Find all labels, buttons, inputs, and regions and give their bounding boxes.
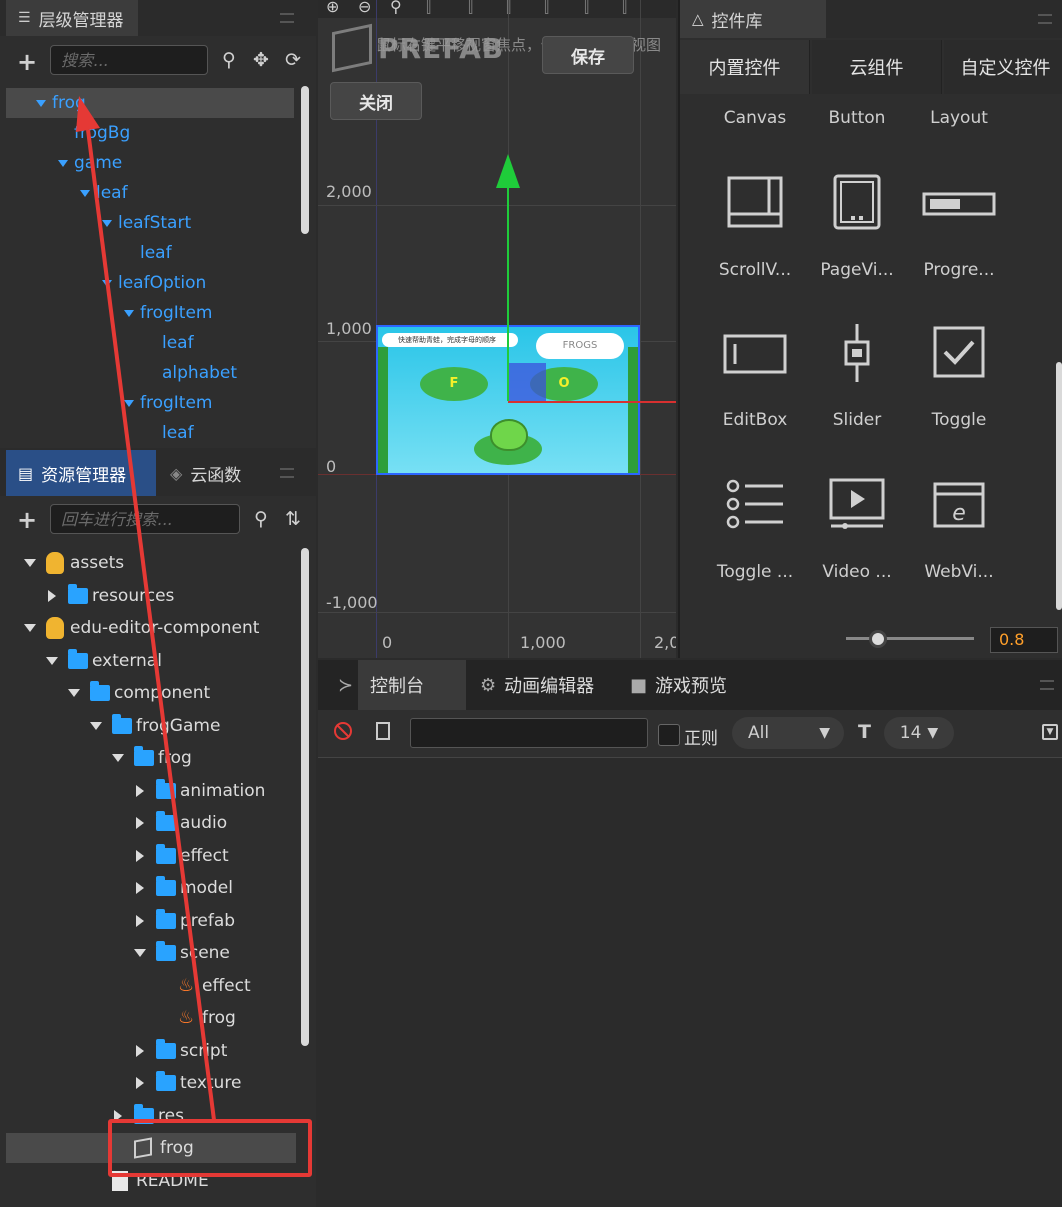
annotation-arrow: [76, 96, 216, 1121]
